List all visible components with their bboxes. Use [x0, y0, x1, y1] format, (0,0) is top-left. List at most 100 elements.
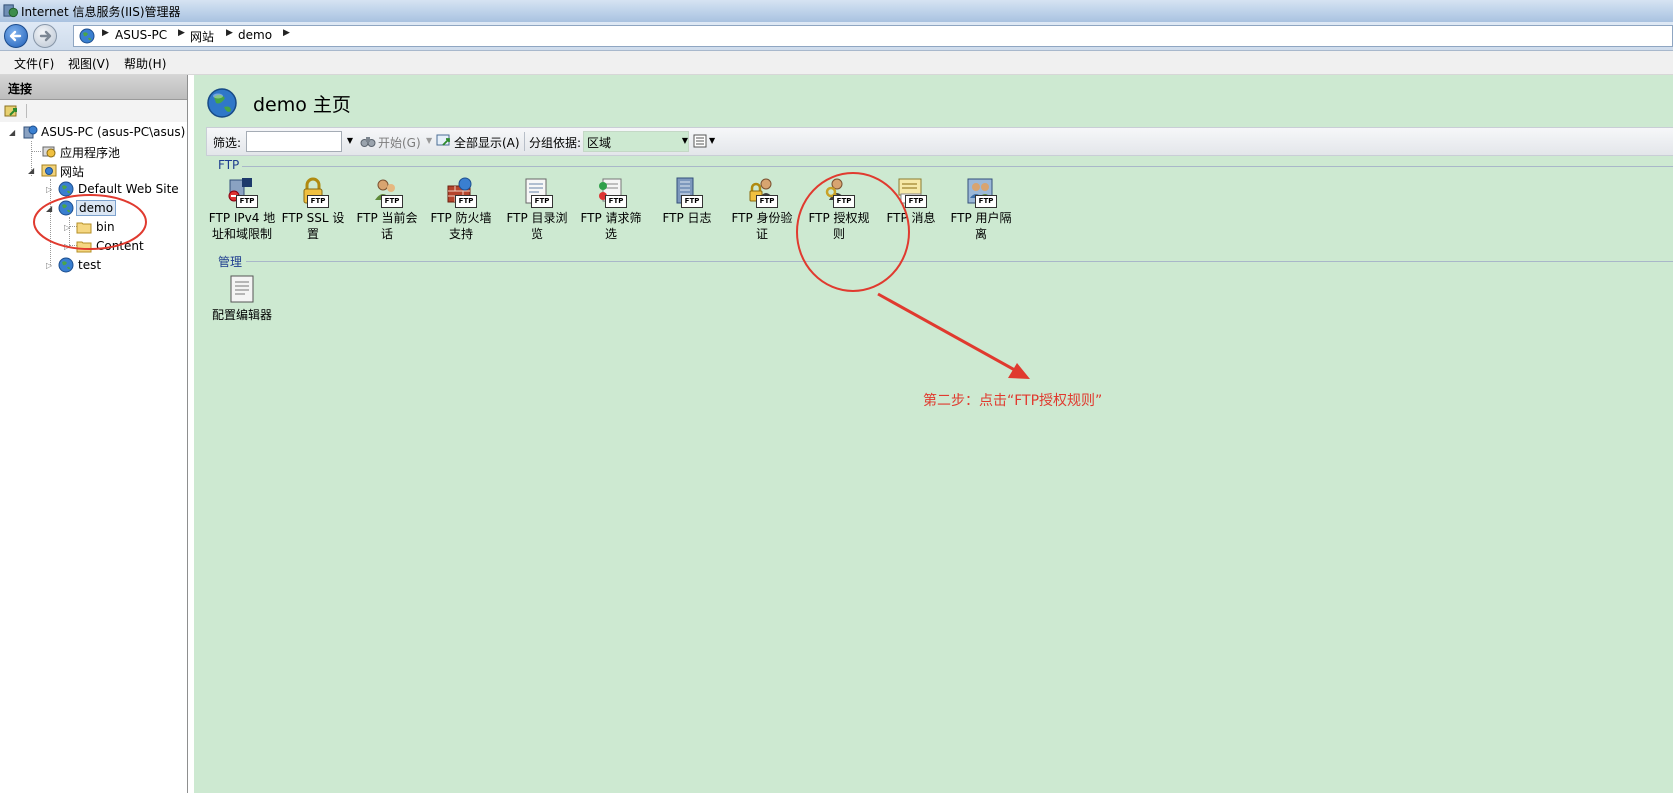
ftp-ssl-icon: FTP — [297, 176, 329, 208]
feature-ftp-messages[interactable]: FTP FTP 消息 — [876, 176, 946, 246]
filter-input[interactable] — [246, 131, 342, 152]
tree-item-default-web-site[interactable]: ▷ Default Web Site — [0, 181, 187, 199]
globe-icon — [58, 181, 74, 197]
tree-item-app-pools[interactable]: 应用程序池 — [0, 143, 187, 161]
menu-help[interactable]: 帮助(H) — [124, 55, 166, 72]
ftp-user-isolation-icon: FTP — [965, 176, 997, 208]
ftp-sessions-icon: FTP — [371, 176, 403, 208]
feature-label: FTP SSL 设置 — [278, 210, 348, 242]
filter-label: 筛选: — [213, 136, 242, 150]
feature-ftp-directory-browsing[interactable]: FTP FTP 目录浏览 — [502, 176, 572, 246]
filter-toolbar: 筛选: ▼ 开始(G) ▼ 全部显示(A) 分组依据: 区域 ▼ ▼ — [206, 127, 1673, 156]
menu-file[interactable]: 文件(F) — [14, 55, 54, 72]
start-dropdown-arrow[interactable]: ▼ — [426, 136, 432, 145]
globe-icon — [79, 28, 95, 44]
feature-label-line1: FTP SSL 设 — [281, 211, 345, 225]
feature-ftp-logging[interactable]: FTP FTP 日志 — [652, 176, 722, 246]
back-button[interactable] — [4, 24, 28, 48]
ftp-badge-icon: FTP — [307, 195, 329, 208]
group-by-dropdown-arrow[interactable]: ▼ — [680, 131, 690, 150]
feature-label-line2: 置 — [306, 227, 319, 241]
view-mode-icon[interactable] — [693, 134, 707, 148]
filter-dropdown-arrow[interactable]: ▼ — [345, 131, 355, 150]
feature-label: FTP 当前会话 — [352, 210, 422, 242]
arrow-left-icon — [9, 30, 22, 42]
start-filter-button[interactable]: 开始(G) — [378, 134, 421, 151]
breadcrumb-separator: ▶ — [283, 28, 290, 38]
ftp-logging-icon: FTP — [671, 176, 703, 208]
connect-icon[interactable] — [4, 103, 20, 119]
tree-label-sites: 网站 — [60, 165, 85, 179]
ftp-badge-icon: FTP — [905, 195, 927, 208]
ftp-ip-restrictions-icon: FTP — [226, 176, 258, 208]
feature-label: FTP IPv4 地址和域限制 — [207, 210, 277, 242]
tree-item-content[interactable]: ▷ Content — [0, 238, 187, 256]
feature-ftp-ip-restrictions[interactable]: FTP FTP IPv4 地址和域限制 — [207, 176, 277, 246]
ftp-badge-icon: FTP — [833, 195, 855, 208]
ftp-firewall-icon: FTP — [445, 176, 477, 208]
section-header-management: 管理 — [218, 255, 243, 269]
tree-label-demo: demo — [76, 200, 117, 216]
feature-label-line2: 览 — [530, 227, 543, 241]
tree-item-server[interactable]: ◢ ASUS-PC (asus-PC\asus) — [0, 124, 187, 142]
feature-ftp-user-isolation[interactable]: FTP FTP 用户隔离 — [946, 176, 1016, 246]
feature-label: FTP 目录浏览 — [502, 210, 572, 242]
group-by-label: 分组依据: — [529, 136, 582, 150]
menu-view[interactable]: 视图(V) — [68, 55, 110, 72]
toolbar-divider — [524, 132, 525, 151]
group-by-select[interactable]: 区域 — [583, 131, 689, 152]
ftp-badge-icon: FTP — [455, 195, 477, 208]
group-by-value: 区域 — [587, 136, 612, 150]
globe-icon — [58, 200, 74, 216]
feature-ftp-sessions[interactable]: FTP FTP 当前会话 — [352, 176, 422, 246]
breadcrumb-sites[interactable]: 网站 — [190, 28, 214, 45]
feature-ftp-authentication[interactable]: FTP FTP 身份验证 — [727, 176, 797, 246]
iis-app-icon — [3, 4, 18, 18]
tree-item-test[interactable]: ▷ test — [0, 257, 187, 275]
feature-ftp-ssl[interactable]: FTP FTP SSL 设置 — [278, 176, 348, 246]
ftp-badge-icon: FTP — [605, 195, 627, 208]
breadcrumb-separator: ▶ — [226, 28, 233, 38]
expanded-triangle-icon[interactable]: ◢ — [9, 128, 15, 137]
show-all-button[interactable]: 全部显示(A) — [454, 134, 520, 151]
feature-label: FTP 日志 — [652, 210, 722, 226]
breadcrumb-asus-pc[interactable]: ASUS-PC — [115, 28, 167, 42]
feature-ftp-authorization-rules[interactable]: FTP FTP 授权规则 — [804, 176, 874, 246]
ftp-messages-icon: FTP — [895, 176, 927, 208]
collapsed-triangle-icon[interactable]: ▷ — [46, 185, 52, 194]
feature-label-line2: 证 — [755, 227, 768, 241]
collapsed-triangle-icon[interactable]: ▷ — [64, 223, 70, 232]
feature-ftp-request-filtering[interactable]: FTP FTP 请求筛选 — [576, 176, 646, 246]
connections-header: 连接 — [0, 75, 187, 100]
expanded-triangle-icon[interactable]: ◢ — [46, 204, 52, 213]
feature-label-line1: FTP 授权规 — [808, 211, 870, 225]
feature-label-line1: FTP 消息 — [886, 211, 936, 225]
breadcrumb-demo[interactable]: demo — [238, 28, 272, 42]
ftp-request-filtering-icon: FTP — [595, 176, 627, 208]
feature-label-line2: 离 — [974, 227, 987, 241]
feature-label: FTP 身份验证 — [727, 210, 797, 242]
ftp-directory-browsing-icon: FTP — [521, 176, 553, 208]
tree-item-sites[interactable]: ◢ 网站 — [0, 162, 187, 180]
collapsed-triangle-icon[interactable]: ▷ — [46, 261, 52, 270]
expanded-triangle-icon[interactable]: ◢ — [28, 166, 34, 175]
show-all-icon — [436, 134, 450, 146]
feature-label-line1: FTP 用户隔 — [950, 211, 1012, 225]
view-mode-dropdown-arrow[interactable]: ▼ — [709, 136, 715, 145]
breadcrumb-separator: ▶ — [178, 28, 185, 38]
folder-icon — [76, 241, 92, 253]
feature-ftp-firewall[interactable]: FTP FTP 防火墙 支持 — [426, 176, 496, 246]
feature-label: FTP 请求筛选 — [576, 210, 646, 242]
toolbar-divider — [26, 104, 27, 118]
feature-label-line2: 选 — [604, 227, 617, 241]
tree-item-bin[interactable]: ▷ bin — [0, 219, 187, 237]
collapsed-triangle-icon[interactable]: ▷ — [64, 242, 70, 251]
tree-item-demo[interactable]: ◢ demo — [0, 200, 187, 218]
feature-configuration-editor[interactable]: 配置编辑器 — [207, 273, 277, 328]
feature-label-line1: FTP 日志 — [662, 211, 712, 225]
ftp-badge-icon: FTP — [756, 195, 778, 208]
forward-button[interactable] — [33, 24, 57, 48]
tree-label-bin: bin — [96, 220, 115, 234]
ftp-badge-icon: FTP — [381, 195, 403, 208]
address-bar[interactable]: ▶ ASUS-PC ▶ 网站 ▶ demo ▶ — [73, 25, 1673, 47]
